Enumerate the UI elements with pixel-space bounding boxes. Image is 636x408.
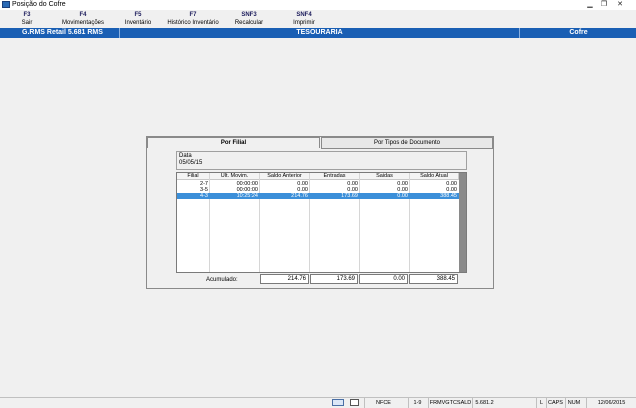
- toolbar-button-historico-inventario[interactable]: F7 Histórico Inventário: [162, 11, 224, 27]
- cell-ult-movim: 10:25:24: [236, 193, 258, 199]
- toolbar-label: Recalcular: [234, 20, 264, 26]
- filial-grid: Filial Ult. Movim. Saldo Anterior Entrad…: [176, 172, 467, 273]
- toolbar-key: F3: [23, 12, 31, 18]
- accumulated-saldo-anterior: 214.76: [260, 274, 309, 284]
- status-bar: NFCE 1-9 FRMVGTCSALD 5.681.2 L CAPS NUM …: [0, 397, 636, 408]
- date-label: Data: [179, 153, 192, 159]
- system-name: G.RMS Retail 5.681 RMS: [22, 29, 103, 36]
- close-icon[interactable]: ✕: [614, 0, 626, 10]
- toolbar-button-recalcular[interactable]: SNF3 Recalcular: [230, 11, 268, 27]
- minimize-icon[interactable]: ▁: [584, 0, 596, 10]
- module-name: TESOURARIA: [119, 28, 520, 38]
- accumulated-entradas: 173.69: [310, 274, 358, 284]
- toolbar-key: F7: [189, 12, 197, 18]
- section-name: Cofre: [569, 29, 588, 36]
- date-group: Data 05/05/15: [176, 151, 467, 170]
- toolbar-button-imprimir[interactable]: SNF4 Imprimir: [288, 11, 320, 27]
- column-header-saldo-atual[interactable]: Saldo Atual: [410, 173, 459, 180]
- cell-saldo-anterior: 214.76: [291, 193, 308, 199]
- tab-content: Data 05/05/15 Filial Ult. Movim. Saldo A…: [176, 149, 467, 274]
- cell-entradas: 173.69: [341, 193, 358, 199]
- accumulated-saidas: 0.00: [359, 274, 408, 284]
- toolbar-button-inventario[interactable]: F5 Inventário: [120, 11, 156, 27]
- table-row-selected[interactable]: 4-3 10:25:24 214.76 173.69 0.00 388.45: [177, 193, 459, 199]
- cell-saidas: 0.00: [397, 193, 408, 199]
- accumulated-saldo-atual: 388.45: [409, 274, 458, 284]
- tab-por-filial[interactable]: Por Filial: [147, 137, 320, 148]
- app-icon: [2, 1, 10, 8]
- toolbar: F3 Sair F4 Movimentações F5 Inventário F…: [0, 10, 636, 28]
- date-field[interactable]: 05/05/15: [179, 160, 202, 166]
- cell-saldo-atual: 388.45: [440, 193, 457, 199]
- restore-icon[interactable]: ❐: [598, 0, 610, 10]
- module-header: G.RMS Retail 5.681 RMS TESOURARIA Cofre: [0, 28, 636, 38]
- toolbar-label: Sair: [21, 20, 33, 26]
- title-bar: Posição do Cofre ▁ ❐ ✕: [0, 0, 636, 10]
- window-title: Posição do Cofre: [12, 1, 66, 8]
- toolbar-label: Inventário: [124, 20, 152, 26]
- toolbar-key: F5: [134, 12, 142, 18]
- toolbar-key: SNF4: [296, 12, 312, 18]
- toolbar-label: Histórico Inventário: [167, 20, 219, 26]
- toolbar-button-sair[interactable]: F3 Sair: [14, 11, 40, 27]
- toolbar-label: Movimentações: [61, 20, 105, 26]
- toolbar-key: F4: [79, 12, 87, 18]
- cell-filial: 4-3: [200, 193, 208, 199]
- accumulated-label: Acumulado:: [206, 277, 238, 283]
- toolbar-button-movimentacoes[interactable]: F4 Movimentações: [56, 11, 110, 27]
- toolbar-label: Imprimir: [293, 20, 315, 26]
- document-icon: [350, 399, 359, 406]
- tab-por-tipos-documento[interactable]: Por Tipos de Documento: [321, 137, 493, 148]
- cofre-panel: Por Filial Por Tipos de Documento Data 0…: [146, 136, 494, 289]
- keyboard-icon: [332, 399, 344, 406]
- toolbar-key: SNF3: [241, 12, 257, 18]
- grid-scrollbar[interactable]: [459, 173, 466, 272]
